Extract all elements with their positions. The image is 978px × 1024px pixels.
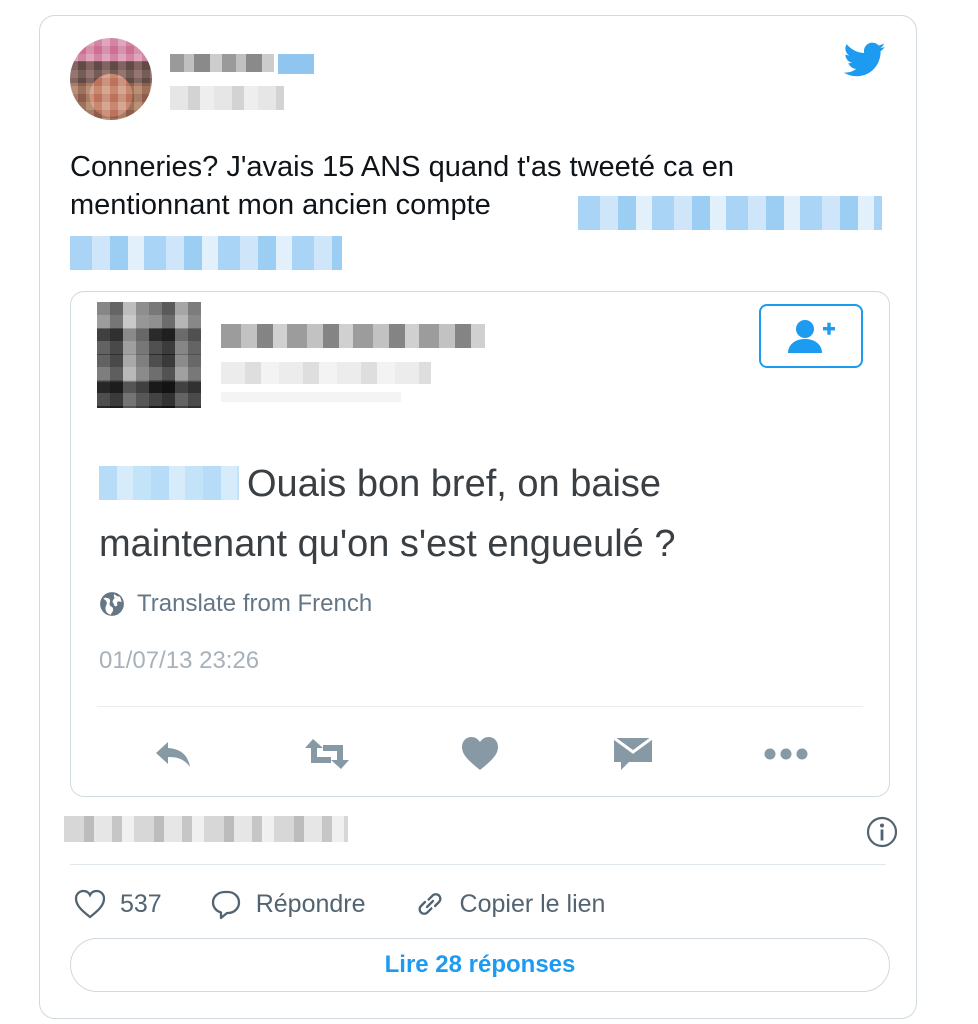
translate-link[interactable]: Translate from French [99,590,372,618]
quoted-author-extra-redacted [221,392,401,402]
quoted-action-bar [97,732,863,776]
copy-link-action[interactable]: Copier le lien [414,888,606,920]
retweet-button[interactable] [303,734,351,774]
mention-redacted[interactable] [99,466,239,500]
author-handle-redacted [170,86,284,110]
link-icon [418,893,441,915]
reply-button[interactable] [150,734,198,774]
copy-link-label: Copier le lien [459,889,606,918]
redacted-link[interactable] [578,196,882,230]
twitter-logo-icon[interactable] [844,42,886,78]
translate-label: Translate from French [137,590,373,617]
quoted-timestamp[interactable]: 01/07/13 23:26 [99,647,259,675]
author-name-redacted [170,54,274,72]
timestamp-redacted [64,816,348,842]
reply-label: Répondre [255,889,366,918]
footer-actions: 537 Répondre Copier le lien [74,884,653,924]
globe-icon [100,592,124,616]
quoted-author-handle-redacted [221,362,431,384]
quoted-author-name-redacted [221,324,485,348]
info-icon[interactable] [866,816,898,848]
redacted-link-continued[interactable] [70,236,342,270]
quoted-tweet-text: Ouais bon bref, on baise maintenant qu'o… [99,454,859,574]
like-action[interactable]: 537 [74,889,162,919]
more-icon [764,748,808,760]
quoted-text-line-1: Ouais bon bref, on baise [99,454,859,514]
reply-icon [155,742,190,767]
likes-count: 537 [120,889,162,918]
add-user-icon [788,320,835,353]
tweet-text-line-1: Conneries? J'avais 15 ANS quand t'as twe… [70,151,734,183]
reply-bubble-icon [211,890,240,919]
footer-divider [70,864,886,865]
message-button[interactable] [609,734,657,774]
author-avatar[interactable] [70,38,152,120]
read-replies-button[interactable]: Lire 28 réponses [70,938,890,992]
quoted-tweet[interactable]: Ouais bon bref, on baise maintenant qu'o… [70,291,890,797]
heart-icon [461,737,498,770]
tweet-card: Conneries? J'avais 15 ANS quand t'as twe… [39,15,917,1019]
quoted-divider [97,706,863,707]
quoted-text-line-2: maintenant qu'on s'est engueulé ? [99,523,676,565]
quoted-author-avatar[interactable] [97,302,201,408]
heart-outline-icon [74,889,106,919]
reply-action[interactable]: Répondre [210,889,366,919]
envelope-icon [613,737,654,770]
tweet-text-line-2-content: mentionnant mon ancien compte [70,189,491,221]
verified-badge-redacted [278,54,314,74]
retweet-icon [304,739,349,769]
more-button[interactable] [762,734,810,774]
like-button[interactable] [456,734,504,774]
follow-button[interactable] [759,304,863,368]
tweet-meta-row [64,816,898,848]
quoted-text-line-1-content: Ouais bon bref, on baise [247,463,662,505]
